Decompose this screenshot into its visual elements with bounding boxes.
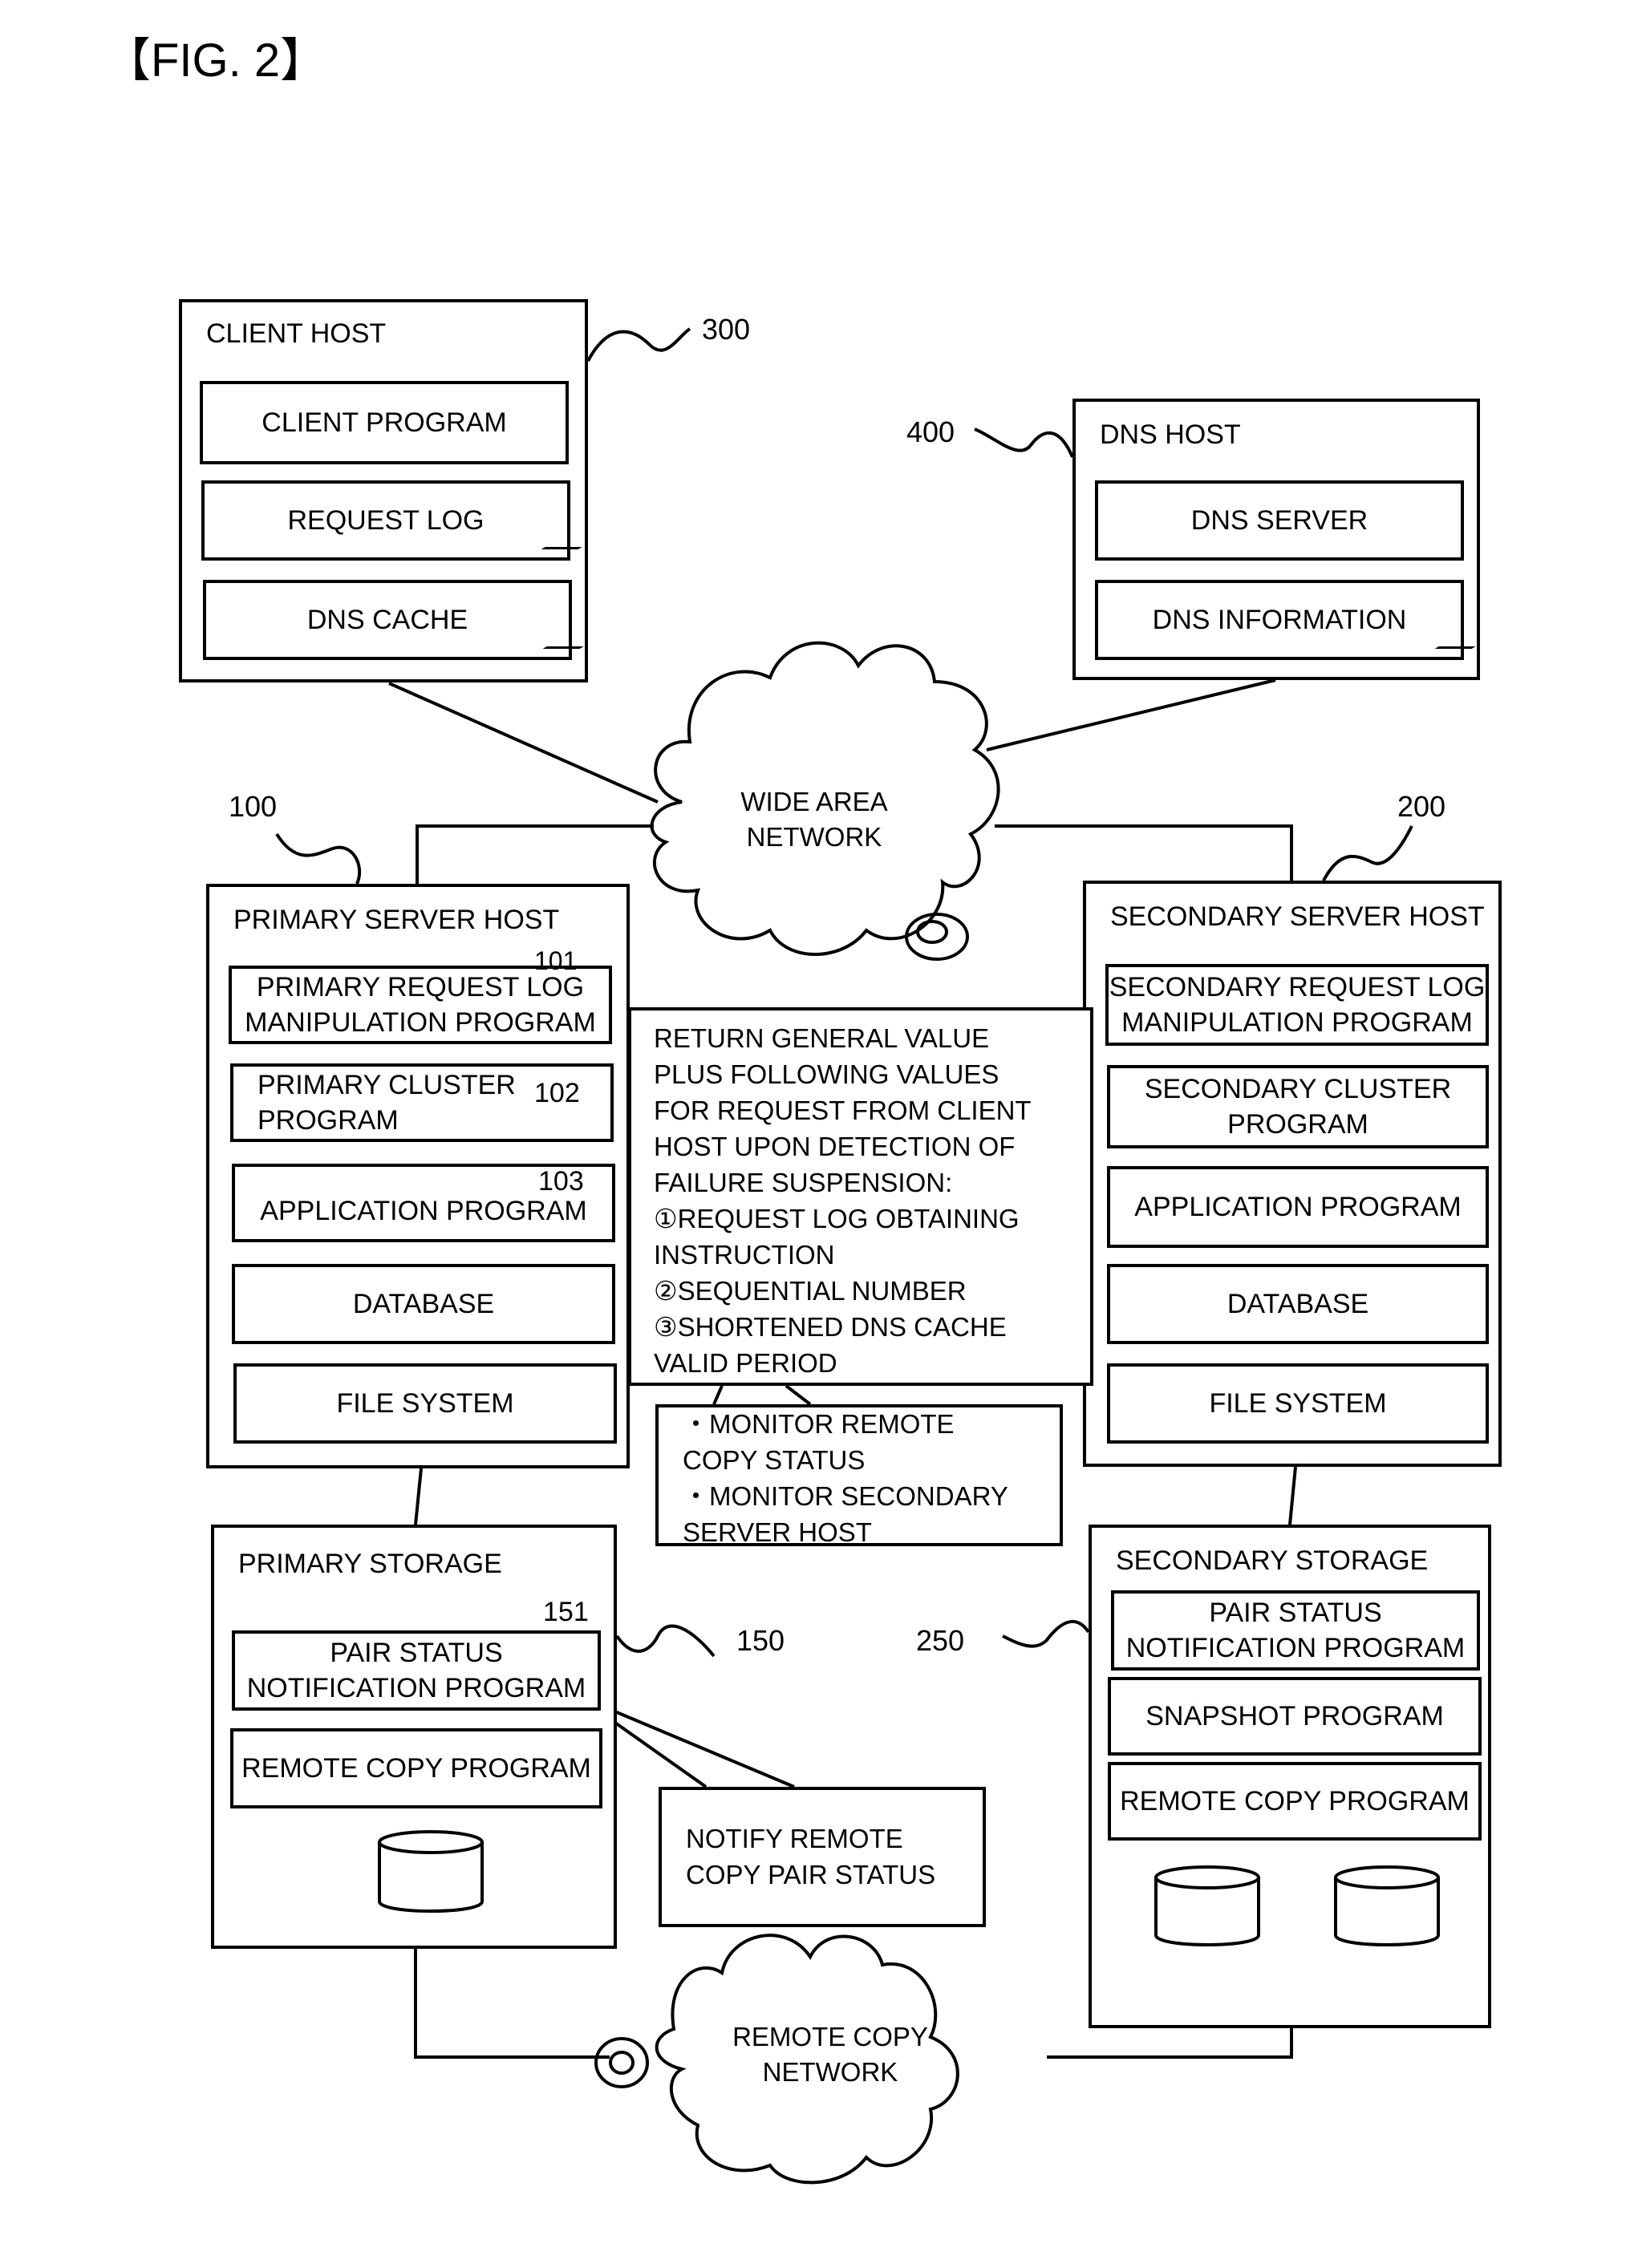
primary-server-host-ref: 100 — [229, 790, 278, 823]
client-host-ref: 300 — [702, 313, 751, 346]
dns-host-ref: 400 — [906, 415, 955, 448]
ref-101: 101 — [534, 946, 578, 975]
leader-200 — [1322, 825, 1413, 881]
snapshot-program: SNAPSHOT PROGRAM — [1108, 1677, 1482, 1756]
secondary-cluster-program: SECONDARY CLUSTER PROGRAM — [1107, 1065, 1489, 1148]
secondary-remote-copy-program: REMOTE COPY PROGRAM — [1108, 1762, 1482, 1841]
link-client-wan — [388, 682, 659, 804]
pair-status-notification-program-label: PAIR STATUS NOTIFICATION PROGRAM — [246, 1638, 586, 1703]
pair-status-notification-program: PAIR STATUS NOTIFICATION PROGRAM — [232, 1630, 601, 1711]
leader-400 — [974, 427, 1074, 458]
client-host: CLIENT HOST CLIENT PROGRAM REQUEST LOG D… — [179, 299, 588, 682]
client-program-label: CLIENT PROGRAM — [262, 407, 507, 438]
database: DATABASE — [232, 1264, 615, 1344]
ref-103: 103 — [538, 1166, 584, 1197]
link-secondary-storage-rcn — [1047, 2028, 1293, 2059]
link-primary-host-storage — [414, 1468, 423, 1525]
secondary-server-host-ref: 200 — [1397, 790, 1446, 823]
secondary-pair-status-notification-program-label: PAIR STATUS NOTIFICATION PROGRAM — [1125, 1598, 1466, 1663]
request-log: REQUEST LOG — [201, 480, 570, 561]
ref-151: 151 — [543, 1597, 589, 1627]
primary-storage: PRIMARY STORAGE 151 PAIR STATUS NOTIFICA… — [211, 1525, 617, 1949]
secondary-application-program: APPLICATION PROGRAM — [1107, 1166, 1489, 1248]
callout-monitor-pointer-2 — [785, 1384, 812, 1406]
figure-label: 【FIG. 2】 — [104, 34, 327, 87]
dns-information: DNS INFORMATION — [1095, 580, 1464, 660]
rcn-interface-marker-outer — [594, 2037, 649, 2088]
primary-cluster-program-label: PRIMARY CLUSTER PROGRAM — [257, 1070, 516, 1136]
link-primary-storage-rcn — [414, 1949, 610, 2059]
dns-information-label: DNS INFORMATION — [1152, 605, 1407, 635]
secondary-database: DATABASE — [1107, 1264, 1489, 1344]
dns-host: DNS HOST DNS SERVER DNS INFORMATION — [1072, 399, 1480, 680]
disk-icon — [378, 1830, 484, 1913]
dns-server: DNS SERVER — [1095, 480, 1464, 561]
secondary-request-log-manipulation-program: SECONDARY REQUEST LOG MANIPULATION PROGR… — [1105, 964, 1489, 1046]
callout-return-values: RETURN GENERAL VALUE PLUS FOLLOWING VALU… — [628, 1007, 1093, 1386]
secondary-file-system-label: FILE SYSTEM — [1209, 1388, 1387, 1419]
primary-request-log-manipulation-program: PRIMARY REQUEST LOG MANIPULATION PROGRAM — [229, 966, 612, 1044]
secondary-storage-title: SECONDARY STORAGE — [1116, 1545, 1429, 1576]
secondary-application-program-label: APPLICATION PROGRAM — [1134, 1192, 1462, 1222]
callout-return-values-text: RETURN GENERAL VALUE PLUS FOLLOWING VALU… — [654, 1023, 1032, 1378]
ref-102: 102 — [534, 1078, 580, 1108]
secondary-storage-ref: 250 — [916, 1624, 965, 1657]
secondary-storage: SECONDARY STORAGE PAIR STATUS NOTIFICATI… — [1089, 1525, 1491, 2028]
link-dns-wan — [986, 678, 1276, 751]
secondary-pair-status-notification-program: PAIR STATUS NOTIFICATION PROGRAM — [1111, 1590, 1480, 1671]
link-wan-primary — [416, 824, 654, 884]
leader-300 — [586, 327, 691, 362]
database-label: DATABASE — [352, 1289, 495, 1319]
callout-monitor-text: ・MONITOR REMOTE COPY STATUS ・MONITOR SEC… — [683, 1409, 1008, 1547]
dns-server-label: DNS SERVER — [1190, 505, 1368, 536]
file-system-label: FILE SYSTEM — [336, 1388, 514, 1419]
leader-150 — [615, 1624, 716, 1658]
remote-copy-network-label: REMOTE COPY NETWORK — [732, 2022, 928, 2087]
link-wan-secondary — [995, 824, 1293, 881]
file-system: FILE SYSTEM — [233, 1363, 617, 1444]
dns-cache: DNS CACHE — [203, 580, 572, 660]
primary-storage-title: PRIMARY STORAGE — [238, 1549, 502, 1579]
callout-monitor-pointer — [712, 1385, 724, 1405]
primary-server-host-title: PRIMARY SERVER HOST — [233, 905, 560, 935]
secondary-remote-copy-program-label: REMOTE COPY PROGRAM — [1120, 1786, 1470, 1816]
application-program-label: APPLICATION PROGRAM — [260, 1196, 587, 1226]
secondary-database-label: DATABASE — [1227, 1289, 1369, 1319]
callout-notify-text: NOTIFY REMOTE COPY PAIR STATUS — [686, 1824, 936, 1889]
primary-storage-ref: 150 — [736, 1624, 785, 1657]
dns-host-title: DNS HOST — [1100, 419, 1241, 450]
remote-copy-program-label: REMOTE COPY PROGRAM — [241, 1753, 591, 1784]
request-log-label: REQUEST LOG — [287, 505, 485, 536]
primary-request-log-manipulation-program-label: PRIMARY REQUEST LOG MANIPULATION PROGRAM — [245, 972, 596, 1038]
client-program: CLIENT PROGRAM — [200, 381, 569, 464]
wan-interface-marker-inner — [916, 920, 948, 944]
client-host-title: CLIENT HOST — [206, 318, 387, 349]
snapshot-program-label: SNAPSHOT PROGRAM — [1145, 1701, 1444, 1731]
primary-server-host: PRIMARY SERVER HOST PRIMARY REQUEST LOG … — [206, 884, 630, 1468]
secondary-request-log-manipulation-program-label: SECONDARY REQUEST LOG MANIPULATION PROGR… — [1109, 972, 1486, 1038]
callout-notify-pointer-2 — [597, 1703, 795, 1788]
rcn-interface-marker-inner — [609, 2051, 635, 2075]
secondary-file-system: FILE SYSTEM — [1107, 1363, 1489, 1444]
callout-notify: NOTIFY REMOTE COPY PAIR STATUS — [659, 1787, 986, 1927]
callout-monitor: ・MONITOR REMOTE COPY STATUS ・MONITOR SEC… — [655, 1404, 1063, 1547]
disk-icon — [1334, 1865, 1440, 1946]
link-secondary-host-storage — [1288, 1466, 1297, 1525]
dns-cache-label: DNS CACHE — [306, 605, 468, 635]
wan-interface-marker-outer — [905, 913, 969, 961]
remote-copy-program: REMOTE COPY PROGRAM — [230, 1728, 602, 1808]
secondary-server-host-title: SECONDARY SERVER HOST — [1110, 901, 1485, 932]
leader-100 — [275, 832, 362, 885]
secondary-server-host: SECONDARY SERVER HOST SECONDARY REQUEST … — [1083, 881, 1502, 1467]
wide-area-network-label: WIDE AREA NETWORK — [740, 787, 888, 852]
leader-250 — [1002, 1620, 1090, 1648]
disk-icon — [1154, 1865, 1260, 1946]
secondary-cluster-program-label: SECONDARY CLUSTER PROGRAM — [1144, 1074, 1452, 1140]
